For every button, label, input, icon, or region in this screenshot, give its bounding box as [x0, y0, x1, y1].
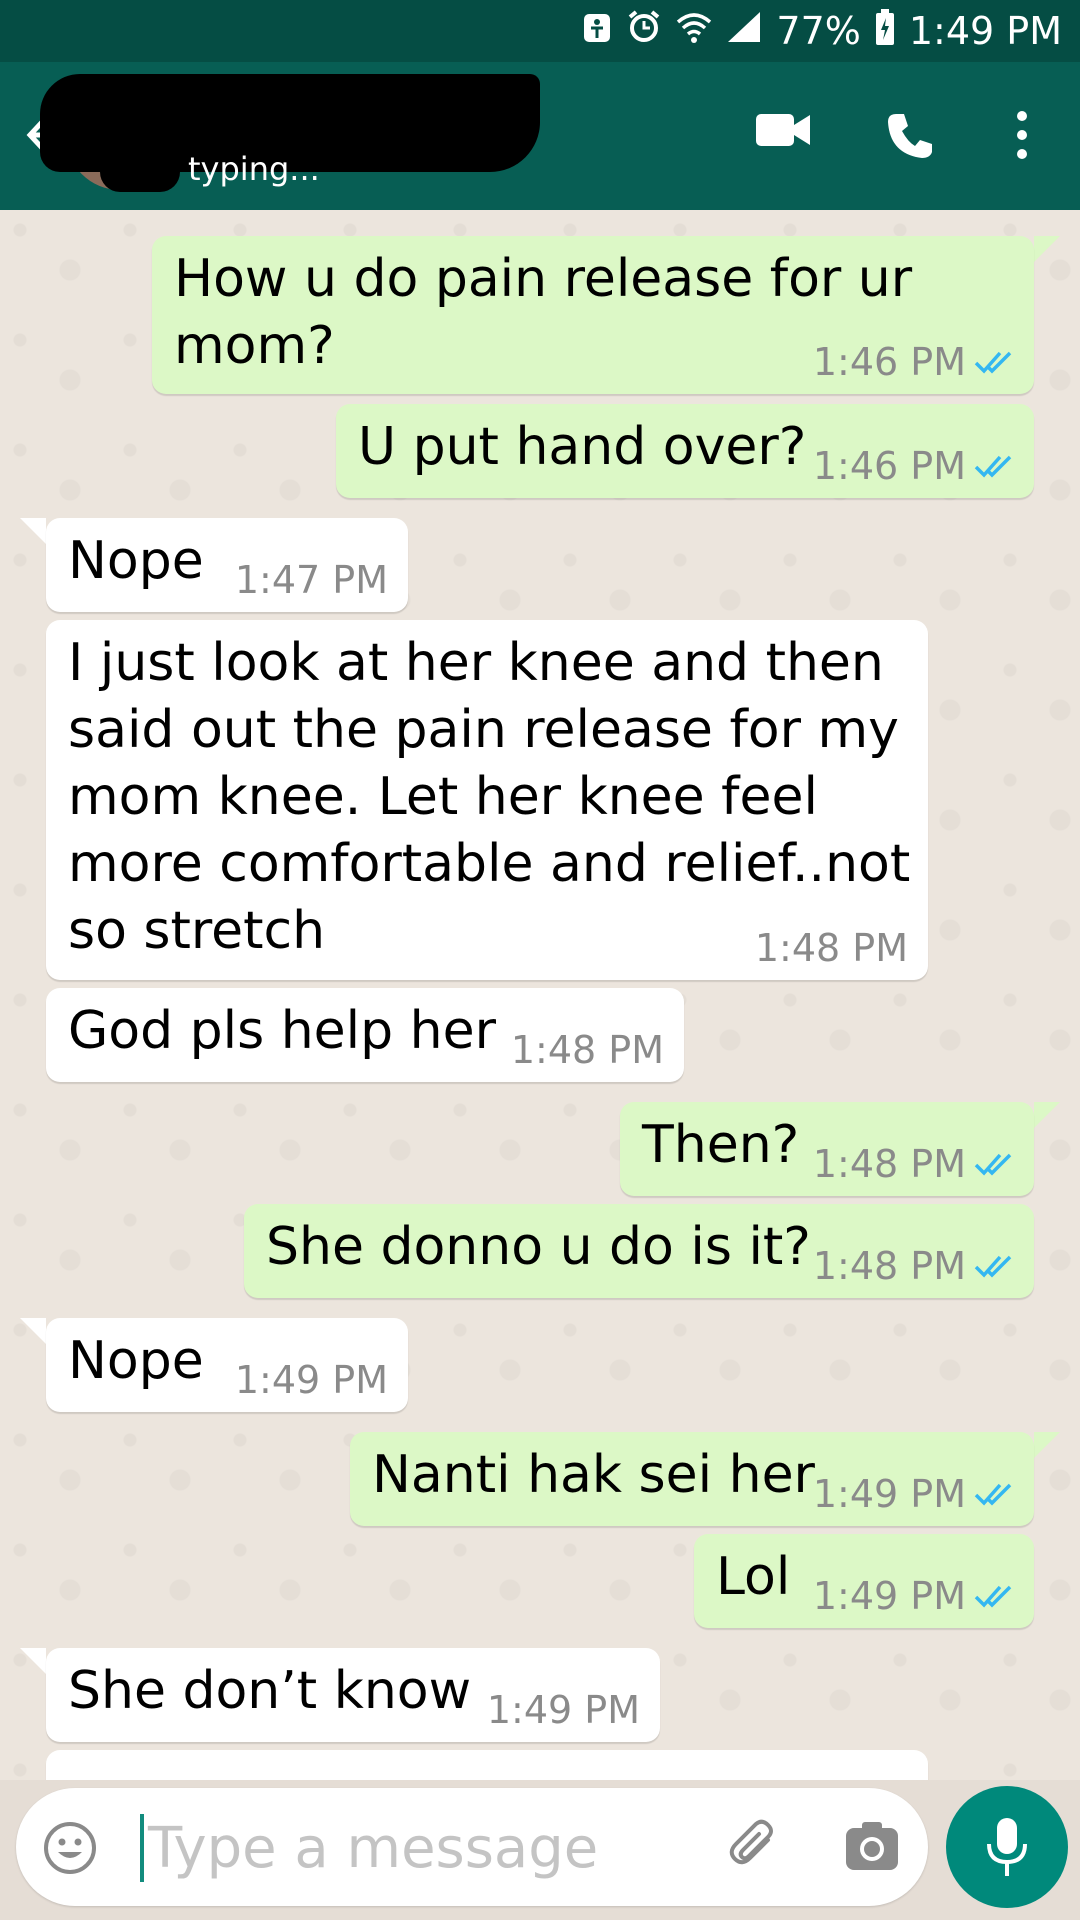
battery-icon [875, 8, 895, 54]
signal-icon [726, 9, 762, 53]
read-ticks-icon [974, 1472, 1014, 1516]
emoji-icon[interactable] [42, 1820, 98, 1880]
video-call-icon[interactable] [754, 110, 812, 154]
message-text: I just look at her knee and then said ou… [68, 633, 911, 961]
message-text: God pls help her [68, 1001, 496, 1061]
status-time: 1:49 PM [908, 9, 1062, 53]
message-text: U put hand over? [358, 417, 807, 477]
message-bubble-outgoing[interactable]: She donno u do is it? 1:48 PM [244, 1204, 1034, 1298]
message-text: She don’t know [68, 1661, 472, 1721]
phone-icon[interactable] [884, 110, 936, 166]
read-ticks-icon [974, 1142, 1014, 1186]
read-ticks-icon [974, 444, 1014, 488]
bubble-tail [1034, 1102, 1060, 1128]
message-time: 1:49 PM [812, 1472, 966, 1516]
message-input-bar[interactable]: Type a message [16, 1788, 928, 1906]
message-time: 1:49 PM [234, 1358, 388, 1402]
bubble-tail [20, 1318, 46, 1344]
message-time: 1:49 PM [812, 1574, 966, 1618]
typing-status: typing... [188, 150, 320, 188]
read-ticks-icon [974, 340, 1014, 384]
message-text: Nope [68, 531, 204, 591]
message-time: 1:46 PM [812, 340, 966, 384]
message-bubble-incoming-partial[interactable] [46, 1750, 928, 1780]
accessibility-icon [582, 9, 612, 53]
message-time: 1:47 PM [234, 558, 388, 602]
wifi-icon [676, 9, 712, 53]
message-bubble-outgoing[interactable]: How u do pain release for ur mom? 1:46 P… [152, 236, 1034, 394]
message-bubble-outgoing[interactable]: U put hand over? 1:46 PM [336, 404, 1034, 498]
read-ticks-icon [974, 1574, 1014, 1618]
message-bubble-incoming[interactable]: Nope 1:49 PM [46, 1318, 408, 1412]
alarm-icon [626, 9, 662, 54]
message-time: 1:48 PM [812, 1142, 966, 1186]
message-bubble-outgoing[interactable]: Lol 1:49 PM [694, 1534, 1034, 1628]
message-text: Nope [68, 1331, 204, 1391]
message-text: How u do pain release for ur mom? [174, 249, 913, 376]
message-bubble-incoming[interactable]: She don’t know 1:49 PM [46, 1648, 660, 1742]
message-time: 1:46 PM [812, 444, 966, 488]
bubble-tail [1034, 1432, 1060, 1458]
read-ticks-icon [974, 1244, 1014, 1288]
text-caret [140, 1814, 144, 1882]
mic-button[interactable] [946, 1786, 1068, 1908]
redacted-mark [100, 152, 180, 192]
bubble-tail [20, 1648, 46, 1674]
message-text: Lol [716, 1547, 791, 1607]
message-time: 1:48 PM [754, 926, 908, 970]
message-text: Nanti hak sei her [372, 1445, 815, 1505]
attach-icon[interactable] [724, 1816, 784, 1880]
message-time: 1:48 PM [510, 1028, 664, 1072]
bubble-tail [20, 518, 46, 544]
message-input[interactable]: Type a message [148, 1816, 598, 1881]
mic-icon [985, 1816, 1029, 1882]
message-bubble-incoming[interactable]: Nope 1:47 PM [46, 518, 408, 612]
bubble-tail [1034, 236, 1060, 262]
battery-percentage: 77% [776, 9, 861, 53]
chat-area[interactable]: How u do pain release for ur mom? 1:46 P… [0, 210, 1080, 1780]
more-options-icon[interactable] [1012, 110, 1032, 164]
message-time: 1:48 PM [812, 1244, 966, 1288]
message-time: 1:49 PM [486, 1688, 640, 1732]
chat-header: typing... [0, 62, 1080, 210]
message-text: Then? [642, 1115, 800, 1175]
message-bubble-outgoing[interactable]: Then? 1:48 PM [620, 1102, 1034, 1196]
message-text: She donno u do is it? [266, 1217, 811, 1277]
message-bubble-incoming[interactable]: I just look at her knee and then said ou… [46, 620, 928, 980]
camera-icon[interactable] [844, 1818, 900, 1878]
message-bubble-incoming[interactable]: God pls help her 1:48 PM [46, 988, 684, 1082]
message-bubble-outgoing[interactable]: Nanti hak sei her 1:49 PM [350, 1432, 1034, 1526]
status-bar: 77% 1:49 PM [0, 0, 1080, 62]
